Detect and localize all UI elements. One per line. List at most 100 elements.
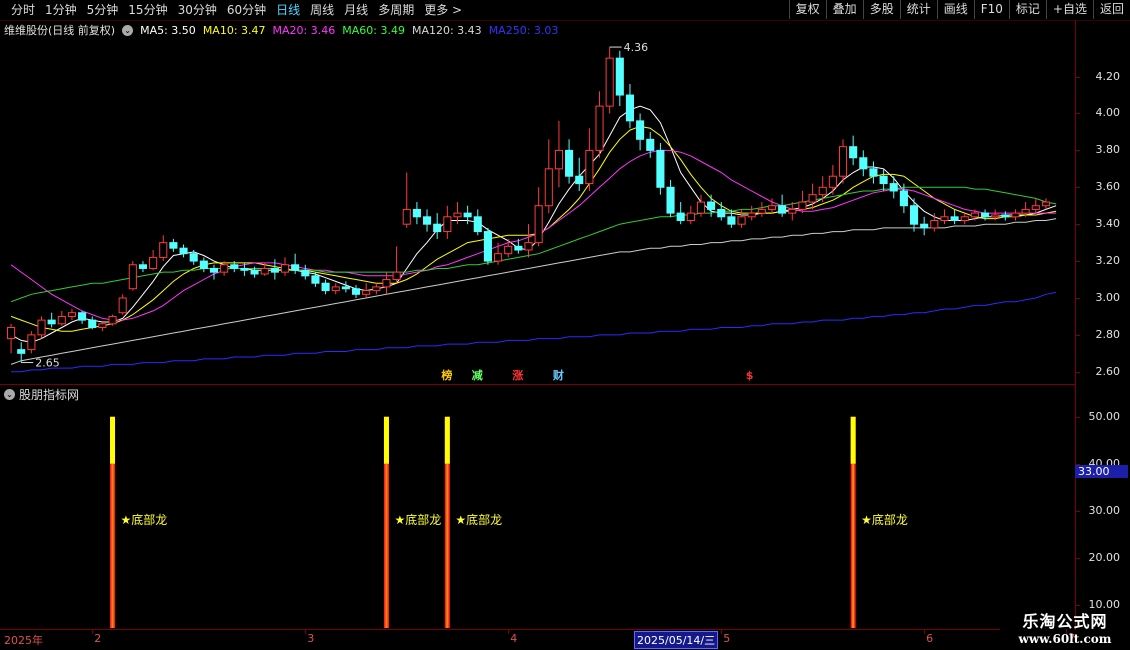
candle[interactable] [372,283,381,295]
candle[interactable] [1011,209,1020,221]
candle[interactable] [27,331,36,354]
candle[interactable] [351,285,361,298]
candle[interactable] [808,183,817,210]
candle[interactable] [646,131,655,158]
candle[interactable] [149,250,158,271]
candle[interactable] [524,224,533,258]
tab-10[interactable]: 更多 > [419,2,467,18]
candle[interactable] [118,294,127,315]
candle[interactable] [199,257,208,273]
candle[interactable] [128,261,137,291]
toolbar-button-0[interactable]: 复权 [788,0,826,19]
candle[interactable] [859,150,868,177]
signal-bar[interactable] [110,416,116,628]
candle[interactable] [909,198,919,232]
toolbar-button-4[interactable]: 画线 [936,0,974,19]
candle[interactable] [676,202,685,225]
candle[interactable] [138,261,148,273]
candle[interactable] [920,216,929,236]
candle[interactable] [595,91,604,158]
toolbar-button-8[interactable]: 返回 [1092,0,1130,19]
event-mark-2[interactable]: 涨 [512,368,523,381]
tab-4[interactable]: 30分钟 [173,2,222,18]
toolbar-button-6[interactable]: 标记 [1008,0,1046,19]
tab-0[interactable]: 分时 [6,2,40,18]
candle[interactable] [747,205,756,221]
candle[interactable] [615,50,624,107]
candle[interactable] [17,342,26,363]
candle[interactable] [849,135,858,166]
event-mark-1[interactable]: 减 [472,368,483,381]
candle[interactable] [828,165,837,195]
candle[interactable] [494,242,503,265]
candle[interactable] [656,143,665,195]
candle[interactable] [159,235,168,262]
candle[interactable] [717,202,726,221]
candle[interactable] [7,323,16,354]
candle[interactable] [362,283,371,298]
candle[interactable] [585,128,594,191]
chevron-down-icon[interactable]: ⌄ [122,24,134,36]
toolbar-button-5[interactable]: F10 [973,0,1009,19]
candle[interactable] [798,190,807,214]
candle[interactable] [78,310,87,324]
toolbar-button-3[interactable]: 统计 [899,0,937,19]
candle[interactable] [473,209,482,236]
tab-5[interactable]: 60分钟 [222,2,271,18]
candle[interactable] [311,272,320,287]
event-mark-0[interactable]: 榜 [441,368,452,381]
candle[interactable] [98,321,107,332]
candle[interactable] [960,213,969,225]
tab-1[interactable]: 1分钟 [40,2,82,18]
candle[interactable] [433,213,442,239]
toolbar-button-1[interactable]: 叠加 [825,0,863,19]
candle[interactable] [443,205,452,239]
candle[interactable] [37,316,46,339]
signal-bar[interactable] [850,416,856,628]
candle[interactable] [88,316,97,330]
candle[interactable] [57,310,66,326]
tab-8[interactable]: 月线 [339,2,373,18]
candle[interactable] [422,209,432,232]
candle[interactable] [605,47,614,114]
tab-6[interactable]: 日线 [271,2,305,18]
candle[interactable] [402,172,411,228]
candle[interactable] [534,187,543,247]
candle[interactable] [169,238,178,252]
tab-9[interactable]: 多周期 [373,2,419,18]
candle[interactable] [554,120,563,188]
candle[interactable] [565,139,574,184]
candle[interactable] [1031,198,1040,214]
tab-2[interactable]: 5分钟 [82,2,124,18]
candle[interactable] [666,179,675,217]
candle[interactable] [950,209,959,225]
tab-7[interactable]: 周线 [305,2,339,18]
candle[interactable] [412,202,421,225]
candle[interactable] [341,281,350,293]
candle[interactable] [108,314,117,326]
candle[interactable] [209,264,219,280]
signal-bar[interactable] [444,416,450,628]
candle[interactable] [270,259,279,280]
candle[interactable] [686,205,695,225]
candle[interactable] [67,309,76,321]
candle[interactable] [544,139,553,214]
candle[interactable] [321,279,330,295]
event-mark-4[interactable]: $ [746,369,754,381]
candle[interactable] [331,283,340,295]
candle[interactable] [838,139,848,184]
toolbar-button-2[interactable]: 多股 [862,0,900,19]
candle[interactable] [179,244,188,258]
candle[interactable] [483,227,492,265]
candle[interactable] [778,194,787,217]
candle[interactable] [869,161,878,184]
candle[interactable] [625,83,635,129]
signal-bar[interactable] [383,416,389,628]
candle[interactable] [575,157,584,191]
candle[interactable] [280,257,290,276]
candle[interactable] [392,246,401,284]
event-mark-3[interactable]: 财 [552,368,564,381]
candle[interactable] [757,202,766,217]
candle[interactable] [47,312,56,328]
tab-3[interactable]: 15分钟 [123,2,172,18]
